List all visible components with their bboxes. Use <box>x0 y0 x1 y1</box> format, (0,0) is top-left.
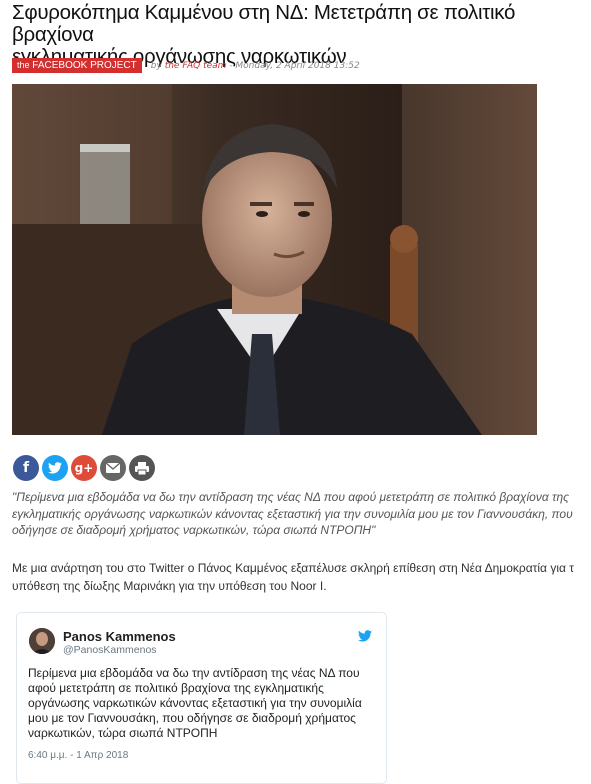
facebook-icon: f <box>22 460 30 476</box>
article-title-line-1: Σφυροκόπημα Καμμένου στη ΝΔ: Μετετράπη σ… <box>12 1 516 46</box>
tweet-author-name[interactable]: Panos Kammenos <box>63 629 176 644</box>
twitter-icon <box>48 462 62 474</box>
category-badge[interactable]: the FACEBOOK PROJECT <box>12 58 142 73</box>
tweet-text-line: αφού μετετράπη σε πολιτικό βραχίονα της … <box>28 681 324 695</box>
category-label: FACEBOOK PROJECT <box>32 60 137 71</box>
quote-line: εγκληματικής οργάνωσης ναρκωτικών κάνοντ… <box>12 506 573 521</box>
share-bar: f g+ <box>13 455 155 481</box>
googleplus-icon: g+ <box>74 461 94 475</box>
article-photo <box>12 84 537 435</box>
envelope-icon <box>106 463 120 473</box>
author-link[interactable]: the FAQ team <box>165 61 227 71</box>
tweet-text-line: οργάνωσης ναρκωτικών κάνοντας εξεταστική… <box>28 696 362 710</box>
twitter-share-button[interactable] <box>42 455 68 481</box>
printer-icon <box>135 461 149 475</box>
avatar[interactable] <box>29 628 55 654</box>
embedded-tweet[interactable]: Panos Kammenos @PanosKammenos Περίμενα μ… <box>16 612 387 784</box>
body-line: υπόθεση της δίωξης Μαρινάκη για την υπόθ… <box>12 579 327 593</box>
article-body-paragraph: Με μια ανάρτηση του στο Twitter ο Πάνος … <box>12 559 591 595</box>
body-line: Με μια ανάρτηση του στο Twitter ο Πάνος … <box>12 561 575 575</box>
twitter-bird-icon[interactable] <box>358 629 372 647</box>
quote-line: "Περίμενα μια εβδομάδα να δω την αντίδρα… <box>12 490 569 504</box>
print-button[interactable] <box>129 455 155 481</box>
tweet-text-line: ναρκωτικών, τώρα σιωπά ΝΤΡΟΠΗ <box>28 726 218 740</box>
pull-quote: "Περίμενα μια εβδομάδα να δω την αντίδρα… <box>12 489 591 539</box>
byline: by the FAQ team - Monday, 2 April 2018 1… <box>151 61 360 71</box>
tweet-text-line: μου με τον Γιαννουσάκη, που οδήγησε σε δ… <box>28 711 356 725</box>
article-meta: the FACEBOOK PROJECT by the FAQ team - M… <box>12 57 360 74</box>
tweet-timestamp[interactable]: 6:40 μ.μ. - 1 Απρ 2018 <box>28 750 128 761</box>
tweet-text-line: Περίμενα μια εβδομάδα να δω την αντίδρασ… <box>28 666 360 680</box>
facebook-share-button[interactable]: f <box>13 455 39 481</box>
category-prefix: the <box>17 60 30 70</box>
email-share-button[interactable] <box>100 455 126 481</box>
quote-line: οδήγησε σε διαδρομή χρήματος ναρκωτικών,… <box>12 523 376 537</box>
googleplus-share-button[interactable]: g+ <box>71 455 97 481</box>
publish-date: - Monday, 2 April 2018 13:52 <box>229 60 360 71</box>
tweet-author-handle[interactable]: @PanosKammenos <box>63 644 157 656</box>
byline-by: by <box>150 60 162 71</box>
tweet-text: Περίμενα μια εβδομάδα να δω την αντίδρασ… <box>28 666 378 741</box>
